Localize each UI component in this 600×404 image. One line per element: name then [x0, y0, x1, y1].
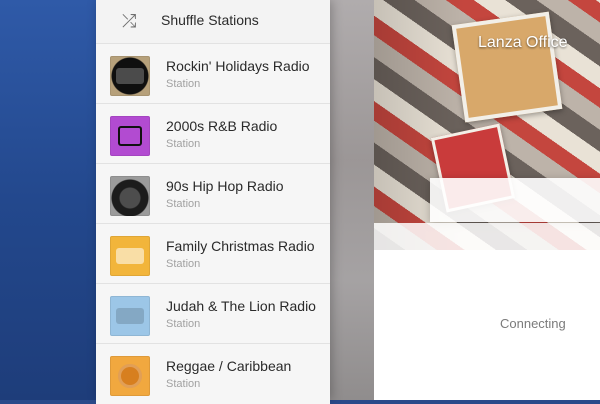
station-subtitle: Station	[166, 378, 201, 390]
connecting-status: Connecting	[500, 316, 566, 331]
station-title: Rockin' Holidays Radio	[166, 58, 310, 74]
station-thumbnail	[110, 236, 150, 276]
station-row[interactable]: Judah & The Lion Radio Station	[96, 284, 330, 344]
station-thumbnail	[110, 296, 150, 336]
collage-banner	[430, 178, 600, 222]
station-row[interactable]: 90s Hip Hop Radio Station	[96, 164, 330, 224]
thumbnail-detail	[118, 126, 142, 146]
thumbnail-detail	[118, 364, 142, 388]
collage-badge	[451, 11, 563, 123]
station-row[interactable]: Reggae / Caribbean Station	[96, 344, 330, 404]
station-thumbnail	[110, 356, 150, 396]
thumbnail-detail	[116, 248, 144, 264]
station-row[interactable]: Family Christmas Radio Station	[96, 224, 330, 284]
station-subtitle: Station	[166, 138, 201, 150]
shuffle-icon: ⤮	[122, 11, 137, 31]
station-thumbnail	[110, 176, 150, 216]
station-subtitle: Station	[166, 318, 201, 330]
thumbnail-detail	[116, 308, 144, 324]
station-row[interactable]: Rockin' Holidays Radio Station	[96, 44, 330, 104]
connecting-card	[374, 250, 600, 400]
background-left	[0, 0, 96, 400]
collage-strip	[374, 223, 600, 251]
station-thumbnail	[110, 116, 150, 156]
station-subtitle: Station	[166, 78, 201, 90]
shuffle-stations-label: Shuffle Stations	[161, 12, 259, 28]
station-subtitle: Station	[166, 258, 201, 270]
room-title: Lanza Office	[478, 34, 568, 51]
station-title: 2000s R&B Radio	[166, 118, 278, 134]
station-title: 90s Hip Hop Radio	[166, 178, 284, 194]
station-thumbnail	[110, 56, 150, 96]
station-list-panel: ⤮ Shuffle Stations Rockin' Holidays Radi…	[96, 0, 330, 404]
station-title: Reggae / Caribbean	[166, 358, 292, 374]
station-subtitle: Station	[166, 198, 201, 210]
shuffle-stations-row[interactable]: ⤮ Shuffle Stations	[96, 0, 330, 44]
thumbnail-detail	[116, 68, 144, 84]
station-row[interactable]: 2000s R&B Radio Station	[96, 104, 330, 164]
station-title: Family Christmas Radio	[166, 238, 315, 254]
background-mid	[330, 0, 374, 400]
station-title: Judah & The Lion Radio	[166, 298, 316, 314]
